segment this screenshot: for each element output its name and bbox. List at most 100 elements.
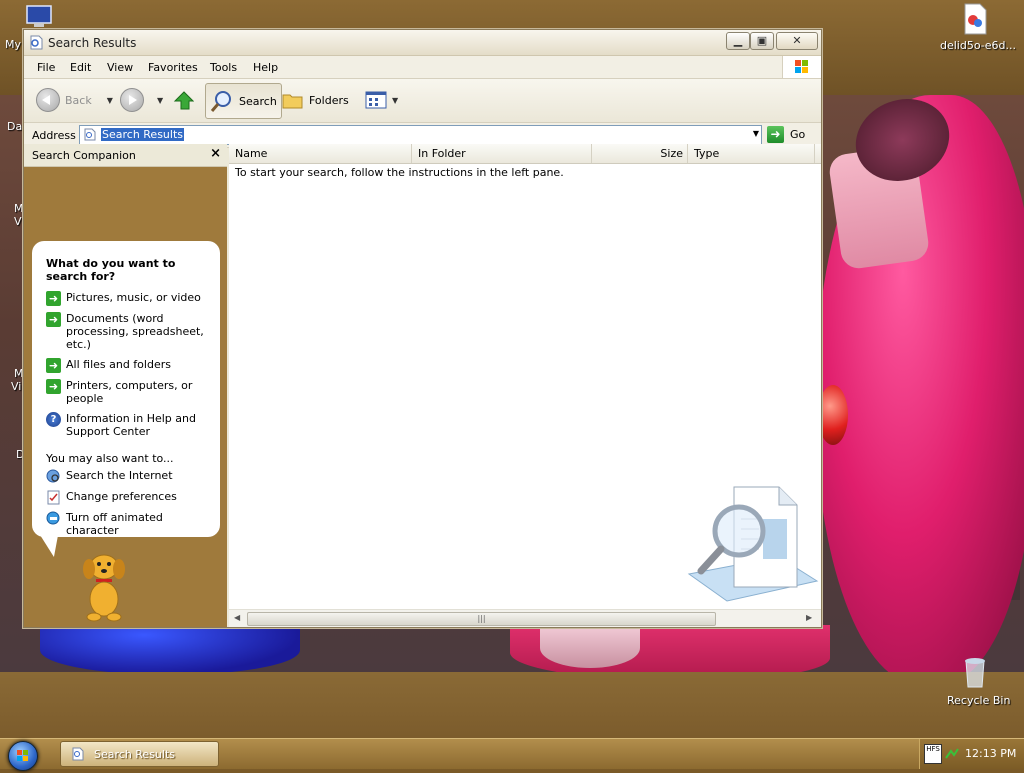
close-icon: ✕ <box>792 34 802 47</box>
menu-bar: File Edit View Favorites Tools Help <box>24 56 821 79</box>
desktop-icon-recycle-bin[interactable] <box>958 655 992 692</box>
menu-help[interactable]: Help <box>253 61 278 74</box>
green-arrow-icon: ➜ <box>46 358 61 373</box>
option-turn-off-character[interactable]: Turn off animated character <box>46 511 216 537</box>
wallpaper-toy-eye <box>818 385 848 445</box>
folders-button[interactable]: Folders <box>282 83 349 117</box>
option-label: All files and folders <box>66 358 171 371</box>
green-arrow-icon: ➜ <box>46 291 61 306</box>
windows-logo <box>782 56 821 78</box>
search-dog-icon[interactable] <box>74 549 134 624</box>
forward-button[interactable]: ▼ <box>120 83 163 117</box>
option-help-support[interactable]: ? Information in Help and Support Center <box>46 412 216 438</box>
chevron-down-icon[interactable]: ▼ <box>753 129 759 138</box>
option-label: Documents (word processing, spreadsheet,… <box>66 312 204 351</box>
windows-flag-icon <box>795 60 808 73</box>
network-tray-icon[interactable] <box>944 746 960 762</box>
option-documents[interactable]: ➜ Documents (word processing, spreadshee… <box>46 312 216 351</box>
search-companion-header: Search Companion × <box>24 144 227 167</box>
column-type[interactable]: Type <box>688 144 815 163</box>
help-icon: ? <box>46 412 61 427</box>
search-label: Search <box>239 94 277 108</box>
up-folder-button[interactable] <box>172 83 194 117</box>
recycle-bin-icon <box>965 658 985 688</box>
menu-favorites[interactable]: Favorites <box>148 61 198 74</box>
menu-view[interactable]: View <box>107 61 133 74</box>
search-button[interactable]: Search <box>205 83 282 119</box>
search-bubble: What do you want to search for? ➜ Pictur… <box>32 241 220 537</box>
wallpaper-floor <box>0 672 1024 738</box>
taskbar-button-search-results[interactable]: Search Results <box>60 741 219 767</box>
maximize-button[interactable]: ▣ <box>750 32 774 50</box>
chevron-down-icon[interactable]: ▼ <box>392 96 398 105</box>
views-icon <box>365 91 387 109</box>
scroll-right-icon[interactable]: ▶ <box>806 613 812 622</box>
minimize-button[interactable]: ▁ <box>726 32 750 50</box>
wallpaper-toy-blue <box>40 625 300 675</box>
also-heading: You may also want to... <box>46 452 174 465</box>
views-button[interactable]: ▼ <box>365 83 398 117</box>
chevron-down-icon[interactable]: ▼ <box>157 96 163 105</box>
minimize-icon: ▁ <box>733 34 743 47</box>
option-search-internet[interactable]: Search the Internet <box>46 469 216 484</box>
option-all-files-folders[interactable]: ➜ All files and folders <box>46 358 216 373</box>
search-icon <box>210 91 231 112</box>
green-arrow-icon: ➜ <box>46 312 61 327</box>
search-window-icon <box>72 747 84 761</box>
folders-label: Folders <box>309 93 349 107</box>
close-pane-icon[interactable]: × <box>210 146 221 161</box>
go-button[interactable]: ➜ Go <box>767 126 805 143</box>
maximize-icon: ▣ <box>756 34 768 47</box>
explorer-window: Search Results ▁ ▣ ✕ File Edit View Favo… <box>23 29 822 628</box>
address-input[interactable]: Search Results ▼ <box>79 125 762 145</box>
computer-icon <box>26 5 52 27</box>
title-bar[interactable]: Search Results ▁ ▣ ✕ <box>24 30 821 56</box>
column-in-folder[interactable]: In Folder <box>412 144 592 163</box>
bubble-tail <box>40 535 62 557</box>
desktop-label-fragment: Da <box>7 120 23 133</box>
close-button[interactable]: ✕ <box>776 32 818 50</box>
address-label: Address <box>32 129 76 142</box>
wallpaper-toy-white <box>540 628 640 668</box>
search-question: What do you want to search for? <box>46 257 176 283</box>
option-printers-computers-people[interactable]: ➜ Printers, computers, or people <box>46 379 216 405</box>
go-label: Go <box>790 128 806 141</box>
system-tray: HFS 12:13 PM <box>919 739 1024 769</box>
preferences-icon <box>47 490 60 505</box>
option-pictures-music-video[interactable]: ➜ Pictures, music, or video <box>46 291 216 306</box>
back-button[interactable]: Back ▼ <box>36 83 113 117</box>
up-arrow-icon <box>173 91 194 110</box>
horizontal-scrollbar[interactable]: ◀ ||| ▶ <box>229 609 821 627</box>
chevron-down-icon[interactable]: ▼ <box>107 96 113 105</box>
back-arrow-icon <box>36 88 60 112</box>
start-orb-icon <box>17 750 28 761</box>
back-label: Back <box>65 93 92 107</box>
scroll-thumb[interactable]: ||| <box>247 612 716 626</box>
column-size[interactable]: Size <box>592 144 688 163</box>
option-label: Printers, computers, or people <box>66 379 193 405</box>
column-headers: Name In Folder Size Type <box>229 144 821 164</box>
desktop-icon-file[interactable] <box>962 3 988 38</box>
animated-character-icon <box>46 511 60 525</box>
menu-edit[interactable]: Edit <box>70 61 91 74</box>
forward-arrow-icon <box>120 88 144 112</box>
results-instructions: To start your search, follow the instruc… <box>235 166 564 179</box>
image-file-icon <box>964 3 987 35</box>
menu-file[interactable]: File <box>37 61 55 74</box>
desktop-icon-label: delid5o-e6d... <box>940 39 1016 52</box>
results-pane: Name In Folder Size Type To start your s… <box>229 144 821 627</box>
taskbar-button-label: Search Results <box>94 748 176 761</box>
column-name[interactable]: Name <box>229 144 412 163</box>
menu-tools[interactable]: Tools <box>210 61 237 74</box>
scroll-left-icon[interactable]: ◀ <box>234 613 240 622</box>
option-change-preferences[interactable]: Change preferences <box>46 490 216 505</box>
option-label: Pictures, music, or video <box>66 291 201 304</box>
taskbar: Search Results HFS 12:13 PM <box>0 738 1024 771</box>
option-label: Turn off animated character <box>66 511 163 537</box>
clock[interactable]: 12:13 PM <box>965 747 1016 760</box>
folder-icon <box>282 94 303 109</box>
green-arrow-icon: ➜ <box>46 379 61 394</box>
desktop-label-fragment: Vi <box>11 380 22 393</box>
start-button[interactable] <box>8 741 38 771</box>
hfs-tray-icon[interactable]: HFS <box>924 744 942 764</box>
